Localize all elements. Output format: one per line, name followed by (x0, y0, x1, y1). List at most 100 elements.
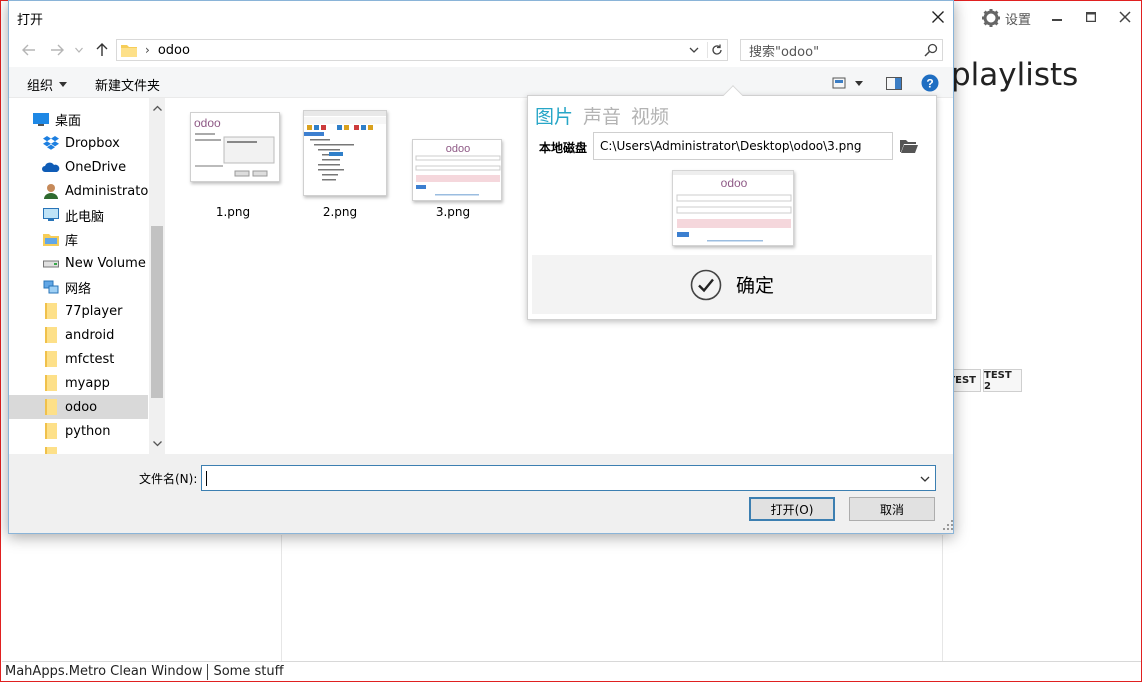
recent-locations-button[interactable] (73, 40, 85, 60)
chevron-down-icon (75, 47, 83, 53)
tab-video[interactable]: 视频 (631, 102, 669, 129)
nav-item-label: odoo (65, 399, 98, 415)
dialog-titlebar: 打开 (9, 1, 953, 33)
dialog-close-button[interactable] (927, 7, 949, 27)
nav-item-label: 77player (65, 303, 123, 319)
nav-item-label: python (65, 423, 111, 439)
nav-item-folder-selected[interactable]: odoo (9, 395, 148, 419)
folder-icon (42, 327, 60, 343)
path-input[interactable]: C:\Users\Administrator\Desktop\odoo\3.pn… (593, 132, 893, 160)
organize-button[interactable]: 组织 (27, 75, 68, 94)
tab-images[interactable]: 图片 (535, 102, 573, 129)
nav-item-label: 此电脑 (65, 209, 105, 225)
maximize-icon (1086, 12, 1096, 22)
organize-label: 组织 (27, 79, 54, 94)
nav-item-onedrive[interactable]: OneDrive (9, 155, 148, 179)
help-icon: ? (921, 74, 939, 92)
folder-icon (42, 447, 60, 454)
resize-grip-icon[interactable] (943, 520, 953, 530)
divider (942, 535, 943, 661)
nav-scrollbar[interactable] (149, 98, 165, 454)
nav-item-folder[interactable]: python (9, 419, 148, 443)
change-view-button[interactable] (831, 73, 867, 93)
nav-item-folder[interactable]: 77player (9, 299, 148, 323)
nav-item-label: 桌面 (55, 113, 82, 129)
folder-icon (42, 375, 60, 391)
tab-audio[interactable]: 声音 (583, 102, 621, 129)
chevron-down-icon (59, 82, 68, 87)
settings-button[interactable]: 设置 (981, 6, 1031, 30)
preview-pane-button[interactable] (885, 73, 903, 93)
scroll-down-icon[interactable] (149, 436, 165, 452)
status-text: MahApps.Metro Clean Window (5, 664, 203, 679)
file-thumbnail: odoo (190, 112, 280, 182)
nav-item-this-pc[interactable]: 此电脑 (9, 203, 148, 227)
help-button[interactable]: ? (920, 73, 940, 93)
scroll-thumb[interactable] (151, 226, 163, 398)
nav-item-network[interactable]: 网络 (9, 275, 148, 299)
open-button[interactable]: 打开(O) (749, 497, 835, 521)
nav-item-label: 网络 (65, 281, 92, 297)
back-button[interactable] (19, 40, 39, 60)
chevron-down-icon[interactable] (687, 43, 701, 57)
svg-text:odoo: odoo (446, 143, 470, 155)
scroll-up-icon[interactable] (149, 100, 165, 116)
nav-item-dropbox[interactable]: Dropbox (9, 131, 148, 155)
nav-item-folder[interactable]: mfctest (9, 347, 148, 371)
status-separator (207, 663, 209, 680)
folder-icon (42, 303, 60, 319)
folder-open-icon[interactable] (900, 138, 918, 154)
address-bar[interactable]: › odoo (116, 39, 728, 61)
nav-item-label: Administrator (65, 183, 148, 199)
nav-item-new-volume[interactable]: New Volume (E (9, 251, 148, 275)
maximize-button[interactable] (1077, 5, 1105, 29)
computer-icon (42, 207, 60, 223)
minimize-button[interactable] (1043, 5, 1071, 29)
arrow-right-icon (51, 44, 64, 56)
nav-item-label: mfctest (65, 351, 115, 367)
close-icon (1119, 11, 1131, 23)
check-circle-icon (690, 269, 722, 300)
preview-pane-icon (886, 76, 902, 90)
nav-item-label: 库 (65, 233, 79, 249)
library-icon (42, 231, 60, 247)
network-icon (42, 279, 60, 295)
filename-label: 文件名(N): (139, 472, 198, 486)
nav-item-libraries[interactable]: 库 (9, 227, 148, 251)
search-input[interactable]: 搜索"odoo" (740, 39, 943, 61)
cancel-button[interactable]: 取消 (849, 497, 935, 521)
forward-button[interactable] (47, 40, 67, 60)
close-icon (932, 11, 944, 23)
nav-item-label: New Volume (E (65, 255, 148, 271)
confirm-button[interactable]: 确定 (532, 255, 932, 314)
up-button[interactable] (92, 40, 112, 60)
dialog-title: 打开 (17, 13, 44, 28)
tag-test-2[interactable]: TEST 2 (983, 369, 1022, 392)
image-preview: odoo (672, 170, 794, 246)
file-thumbnail (303, 110, 387, 196)
location-label: 本地磁盘 (539, 141, 588, 155)
folder-icon (42, 423, 60, 439)
file-name: 3.png (435, 205, 471, 219)
nav-item-administrator[interactable]: Administrator (9, 179, 148, 203)
filename-input[interactable] (201, 465, 936, 491)
command-toolbar: 组织 新建文件夹 ? (9, 67, 953, 98)
breadcrumb-current[interactable]: odoo (158, 43, 190, 58)
page-title: playlists (951, 57, 1079, 93)
drive-icon (42, 255, 60, 271)
close-button[interactable] (1111, 5, 1139, 29)
arrow-up-icon (96, 43, 108, 56)
svg-text:odoo: odoo (721, 176, 748, 190)
svg-text:odoo: odoo (194, 116, 221, 130)
dropbox-icon (42, 135, 60, 151)
nav-item-desktop[interactable]: 桌面 (9, 107, 148, 131)
nav-item-folder-partial[interactable] (9, 443, 148, 454)
nav-item-folder[interactable]: android (9, 323, 148, 347)
refresh-icon (711, 44, 722, 55)
chevron-down-icon[interactable] (919, 473, 931, 485)
refresh-button[interactable] (707, 42, 725, 58)
nav-item-label: OneDrive (65, 159, 127, 175)
new-folder-button[interactable]: 新建文件夹 (95, 75, 160, 94)
breadcrumb-chevron: › (145, 43, 150, 57)
nav-item-folder[interactable]: myapp (9, 371, 148, 395)
